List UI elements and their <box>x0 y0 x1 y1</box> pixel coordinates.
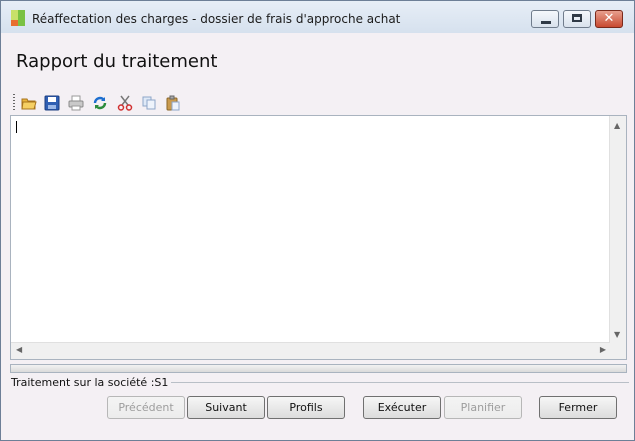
close-icon: ✕ <box>603 11 615 26</box>
print-icon[interactable] <box>68 95 84 111</box>
minimize-icon <box>541 21 551 24</box>
scroll-down-icon[interactable]: ▼ <box>614 330 620 339</box>
main-window: Réaffectation des charges - dossier de f… <box>0 0 635 441</box>
progress-bar <box>10 364 627 373</box>
text-caret <box>16 121 17 133</box>
cut-icon[interactable] <box>117 95 133 111</box>
window-title: Réaffectation des charges - dossier de f… <box>32 12 401 26</box>
horizontal-scrollbar[interactable]: ◀ ▶ <box>11 342 610 359</box>
paste-icon[interactable] <box>165 95 181 111</box>
maximize-button[interactable] <box>563 10 591 28</box>
schedule-button[interactable]: Planifier <box>444 396 522 419</box>
profiles-button[interactable]: Profils <box>267 396 345 419</box>
previous-button[interactable]: Précédent <box>107 396 185 419</box>
scrollbar-corner <box>610 343 626 359</box>
close-window-button[interactable]: ✕ <box>595 10 623 28</box>
folder-open-icon[interactable] <box>21 95 37 111</box>
scroll-right-icon[interactable]: ▶ <box>600 345 606 354</box>
next-button[interactable]: Suivant <box>187 396 265 419</box>
minimize-button[interactable] <box>531 10 559 28</box>
report-title: Rapport du traitement <box>16 51 218 72</box>
copy-icon[interactable] <box>141 95 157 111</box>
toolbar <box>11 93 191 113</box>
save-icon[interactable] <box>44 95 60 111</box>
title-bar[interactable]: Réaffectation des charges - dossier de f… <box>1 1 634 33</box>
vertical-scrollbar[interactable]: ▲ ▼ <box>609 116 626 344</box>
toolbar-grip[interactable] <box>13 94 15 112</box>
scroll-up-icon[interactable]: ▲ <box>614 121 620 130</box>
scroll-left-icon[interactable]: ◀ <box>16 345 22 354</box>
refresh-icon[interactable] <box>92 95 108 111</box>
app-icon <box>11 10 25 26</box>
maximize-icon <box>572 14 582 22</box>
status-text: Traitement sur la société :S1 <box>11 376 172 389</box>
execute-button[interactable]: Exécuter <box>363 396 441 419</box>
report-text-area[interactable]: ▲ ▼ ◀ ▶ <box>10 115 627 360</box>
close-button[interactable]: Fermer <box>539 396 617 419</box>
